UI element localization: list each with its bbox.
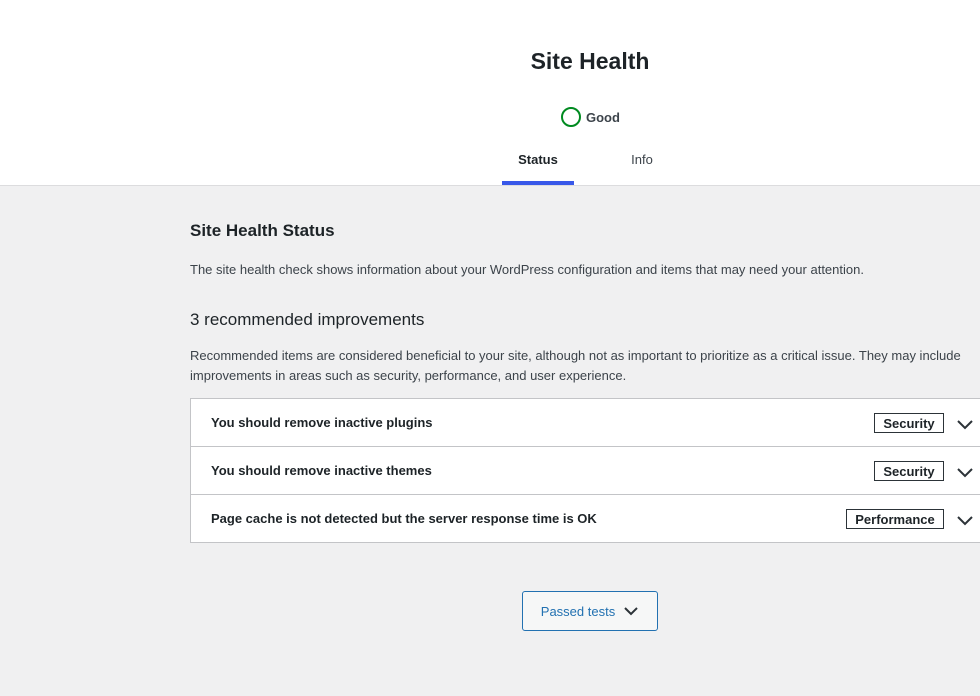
passed-tests-button[interactable]: Passed tests	[522, 591, 658, 631]
page-title: Site Health	[530, 48, 650, 74]
tab-info[interactable]: Info	[610, 136, 674, 185]
issue-row-inactive-plugins[interactable]: You should remove inactive plugins Secur…	[191, 399, 980, 447]
health-progress-ring-icon	[561, 107, 581, 127]
chevron-down-icon	[624, 607, 638, 616]
passed-tests-label: Passed tests	[540, 603, 616, 619]
issue-title: Page cache is not detected but the serve…	[211, 511, 597, 526]
improvements-description: Recommended items are considered benefic…	[190, 348, 961, 383]
issue-badge: Security	[874, 461, 944, 481]
health-status-label: Good	[586, 109, 620, 125]
tab-status[interactable]: Status	[502, 136, 574, 185]
health-status: Good	[561, 107, 620, 127]
issue-row-page-cache[interactable]: Page cache is not detected but the serve…	[191, 495, 980, 542]
issue-row-inactive-themes[interactable]: You should remove inactive themes Securi…	[191, 447, 980, 495]
issues-list: You should remove inactive plugins Secur…	[190, 398, 980, 543]
intro-text: The site health check shows information …	[190, 262, 864, 277]
chevron-down-icon[interactable]	[956, 511, 974, 529]
section-title: Site Health Status	[190, 221, 335, 240]
chevron-down-icon[interactable]	[956, 415, 974, 433]
site-health-header: Site Health Good Status Info	[0, 0, 980, 186]
chevron-down-icon[interactable]	[956, 463, 974, 481]
issue-title: You should remove inactive plugins	[211, 415, 433, 430]
issue-badge: Security	[874, 413, 944, 433]
improvements-count-title: 3 recommended improvements	[190, 310, 425, 329]
issue-badge: Performance	[846, 509, 944, 529]
issue-title: You should remove inactive themes	[211, 463, 432, 478]
